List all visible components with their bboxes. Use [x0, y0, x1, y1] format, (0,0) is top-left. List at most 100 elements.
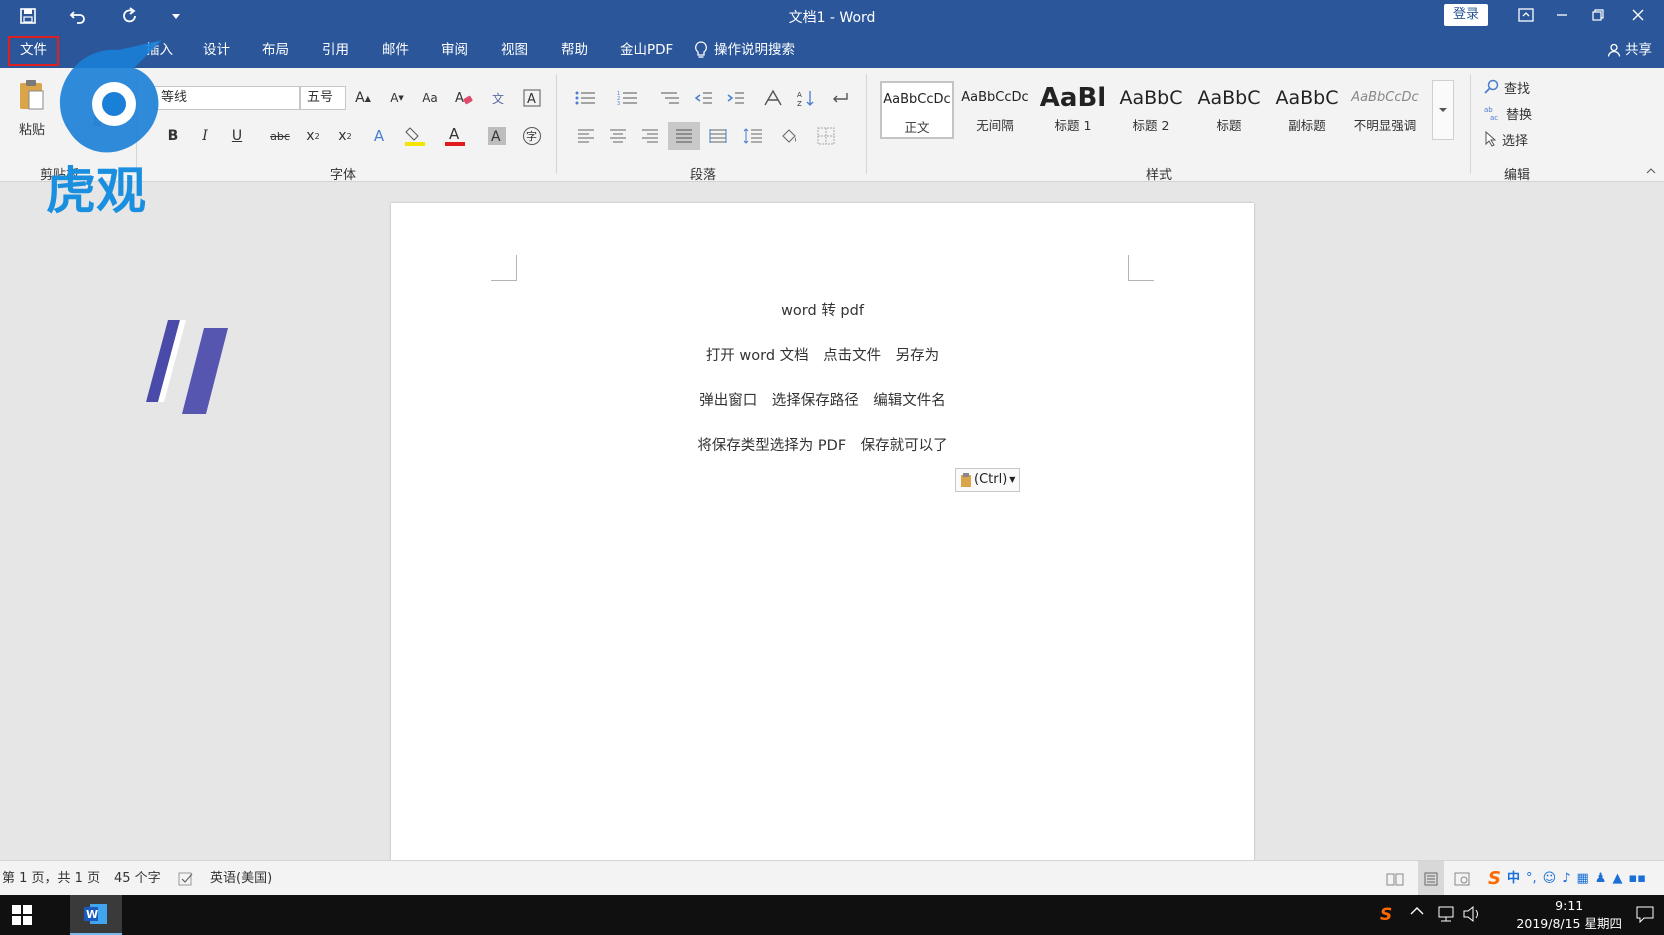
- word-count[interactable]: 45 个字: [114, 861, 161, 896]
- font-color-icon[interactable]: A: [442, 124, 468, 148]
- document-line: word 转 pdf: [781, 303, 864, 319]
- highlight-color-icon[interactable]: [402, 124, 428, 148]
- divider: [556, 74, 557, 174]
- styles-more-icon[interactable]: [1432, 80, 1454, 140]
- style-title[interactable]: AaBbC 标题: [1192, 81, 1266, 139]
- paste-options-label: (Ctrl): [974, 472, 1008, 487]
- menu-bar: 文件 插入 设计 布局 引用 邮件 审阅 视图 帮助 金山PDF 操作说明搜索 …: [0, 32, 1664, 68]
- document-line: 打开 word 文档 点击文件 另存为: [705, 348, 940, 364]
- shrink-font-icon[interactable]: A ▼: [386, 86, 408, 110]
- tab-mailings[interactable]: 邮件: [382, 32, 409, 68]
- network-icon[interactable]: [1436, 905, 1456, 927]
- close-icon[interactable]: [1620, 2, 1656, 28]
- font-size-select[interactable]: 五号: [300, 86, 346, 110]
- paragraph-group-label: 段落: [690, 168, 717, 183]
- print-layout-icon[interactable]: [1418, 861, 1444, 896]
- page-info[interactable]: 第 1 页，共 1 页: [2, 861, 100, 896]
- windows-start-icon[interactable]: [12, 905, 32, 929]
- collapse-ribbon-icon[interactable]: [1644, 164, 1658, 178]
- word-taskbar-button[interactable]: W: [70, 895, 122, 935]
- svg-text:A: A: [449, 125, 460, 143]
- replace-button[interactable]: ab ac 替换: [1484, 102, 1532, 124]
- ribbon-display-options-icon[interactable]: [1508, 2, 1544, 28]
- text-effects-icon[interactable]: A: [368, 124, 390, 148]
- font-group-label: 字体: [330, 168, 357, 183]
- tab-kingsoft-pdf[interactable]: 金山PDF: [620, 32, 673, 68]
- justify-icon[interactable]: [668, 122, 700, 150]
- read-mode-icon[interactable]: [1386, 861, 1404, 896]
- borders-icon[interactable]: [814, 124, 838, 148]
- system-clock[interactable]: 9:11 2019/8/15 星期四: [1516, 897, 1622, 933]
- tab-references[interactable]: 引用: [322, 32, 349, 68]
- increase-indent-icon[interactable]: [724, 86, 748, 110]
- style-heading-2[interactable]: AaBbC 标题 2: [1114, 81, 1188, 139]
- taskbar: W S 9:11 2019/8/15 星期四: [0, 895, 1664, 935]
- grow-font-icon[interactable]: A ▲: [352, 86, 374, 110]
- distributed-icon[interactable]: [706, 124, 730, 148]
- ime-toolbar[interactable]: S 中 °, ☺ ♪ ▦ ♟ ▲ ▪▪: [1484, 861, 1651, 896]
- styles-group-label: 样式: [1146, 168, 1173, 183]
- watermark-logo: 虎观: [46, 40, 162, 216]
- style-no-spacing[interactable]: AaBbCcDc 无间隔: [958, 81, 1032, 139]
- chinese-layout-icon[interactable]: [760, 86, 786, 110]
- tab-review[interactable]: 审阅: [441, 32, 468, 68]
- ribbon: 粘贴 复制 剪贴板 等线 五号 A▲ A▼ Aa A 文 A B I U abc…: [0, 68, 1664, 183]
- shading-icon[interactable]: [776, 124, 802, 148]
- show-hide-marks-icon[interactable]: [828, 86, 852, 110]
- show-hidden-icons-icon[interactable]: [1410, 905, 1424, 920]
- bullets-icon[interactable]: [572, 86, 600, 110]
- login-button[interactable]: 登录: [1444, 4, 1488, 26]
- tab-design[interactable]: 设计: [203, 32, 230, 68]
- minimize-icon[interactable]: [1544, 2, 1580, 28]
- web-layout-icon[interactable]: [1454, 861, 1470, 896]
- multilevel-list-icon[interactable]: [656, 86, 684, 110]
- align-left-icon[interactable]: [574, 124, 598, 148]
- tell-me-search[interactable]: 操作说明搜索: [694, 32, 795, 68]
- svg-text:A: A: [491, 129, 501, 145]
- replace-label: 替换: [1506, 107, 1533, 123]
- style-heading-1[interactable]: AaBl 标题 1: [1036, 81, 1110, 139]
- paste-options-button[interactable]: (Ctrl) ▼: [955, 468, 1021, 492]
- style-preview: AaBl: [1039, 83, 1107, 113]
- strikethrough-icon[interactable]: abc: [268, 124, 292, 148]
- watermark-text: 虎观: [46, 162, 146, 216]
- align-center-icon[interactable]: [606, 124, 630, 148]
- phonetic-guide-icon[interactable]: 文: [486, 86, 510, 110]
- style-subtle-emphasis[interactable]: AaBbCcDc 不明显强调: [1348, 81, 1422, 139]
- italic-icon[interactable]: I: [194, 124, 216, 148]
- emoji-icon: ☺: [1542, 871, 1557, 886]
- proofing-icon[interactable]: [178, 861, 194, 896]
- select-button[interactable]: 选择: [1484, 128, 1528, 150]
- change-case-icon[interactable]: Aa: [418, 86, 442, 110]
- clear-formatting-icon[interactable]: A: [452, 86, 476, 110]
- find-button[interactable]: 查找: [1484, 76, 1530, 98]
- tab-view[interactable]: 视图: [501, 32, 528, 68]
- style-subtitle[interactable]: AaBbC 副标题: [1270, 81, 1344, 139]
- tab-help[interactable]: 帮助: [561, 32, 588, 68]
- character-shading-icon[interactable]: A: [486, 124, 508, 148]
- sort-icon[interactable]: AZ: [794, 86, 818, 110]
- subscript-icon[interactable]: x2: [302, 124, 324, 148]
- document-page[interactable]: word 转 pdf 打开 word 文档 点击文件 另存为 弹出窗口 选择保存…: [391, 203, 1254, 860]
- language-indicator[interactable]: 英语(美国): [210, 861, 272, 896]
- sogou-tray-icon[interactable]: S: [1380, 905, 1392, 925]
- underline-icon[interactable]: U: [226, 124, 248, 148]
- svg-text:ac: ac: [1490, 114, 1498, 121]
- share-button[interactable]: 共享: [1607, 32, 1652, 68]
- restore-icon[interactable]: [1580, 2, 1616, 28]
- enclose-characters-icon[interactable]: 字: [520, 124, 544, 148]
- decorative-stripes: [146, 320, 228, 414]
- align-right-icon[interactable]: [638, 124, 662, 148]
- ime-mode[interactable]: 中: [1507, 861, 1520, 896]
- decrease-indent-icon[interactable]: [692, 86, 716, 110]
- character-border-icon[interactable]: A: [520, 86, 544, 110]
- superscript-icon[interactable]: x2: [334, 124, 356, 148]
- volume-icon[interactable]: [1462, 905, 1482, 927]
- style-normal[interactable]: AaBbCcDc 正文: [880, 81, 954, 139]
- line-spacing-icon[interactable]: [740, 124, 766, 148]
- numbering-icon[interactable]: 123: [614, 86, 642, 110]
- tab-layout[interactable]: 布局: [262, 32, 289, 68]
- title-bar: 文档1 - Word 登录: [0, 0, 1664, 32]
- font-name-select[interactable]: 等线: [154, 86, 300, 110]
- notification-center-icon[interactable]: [1636, 905, 1654, 927]
